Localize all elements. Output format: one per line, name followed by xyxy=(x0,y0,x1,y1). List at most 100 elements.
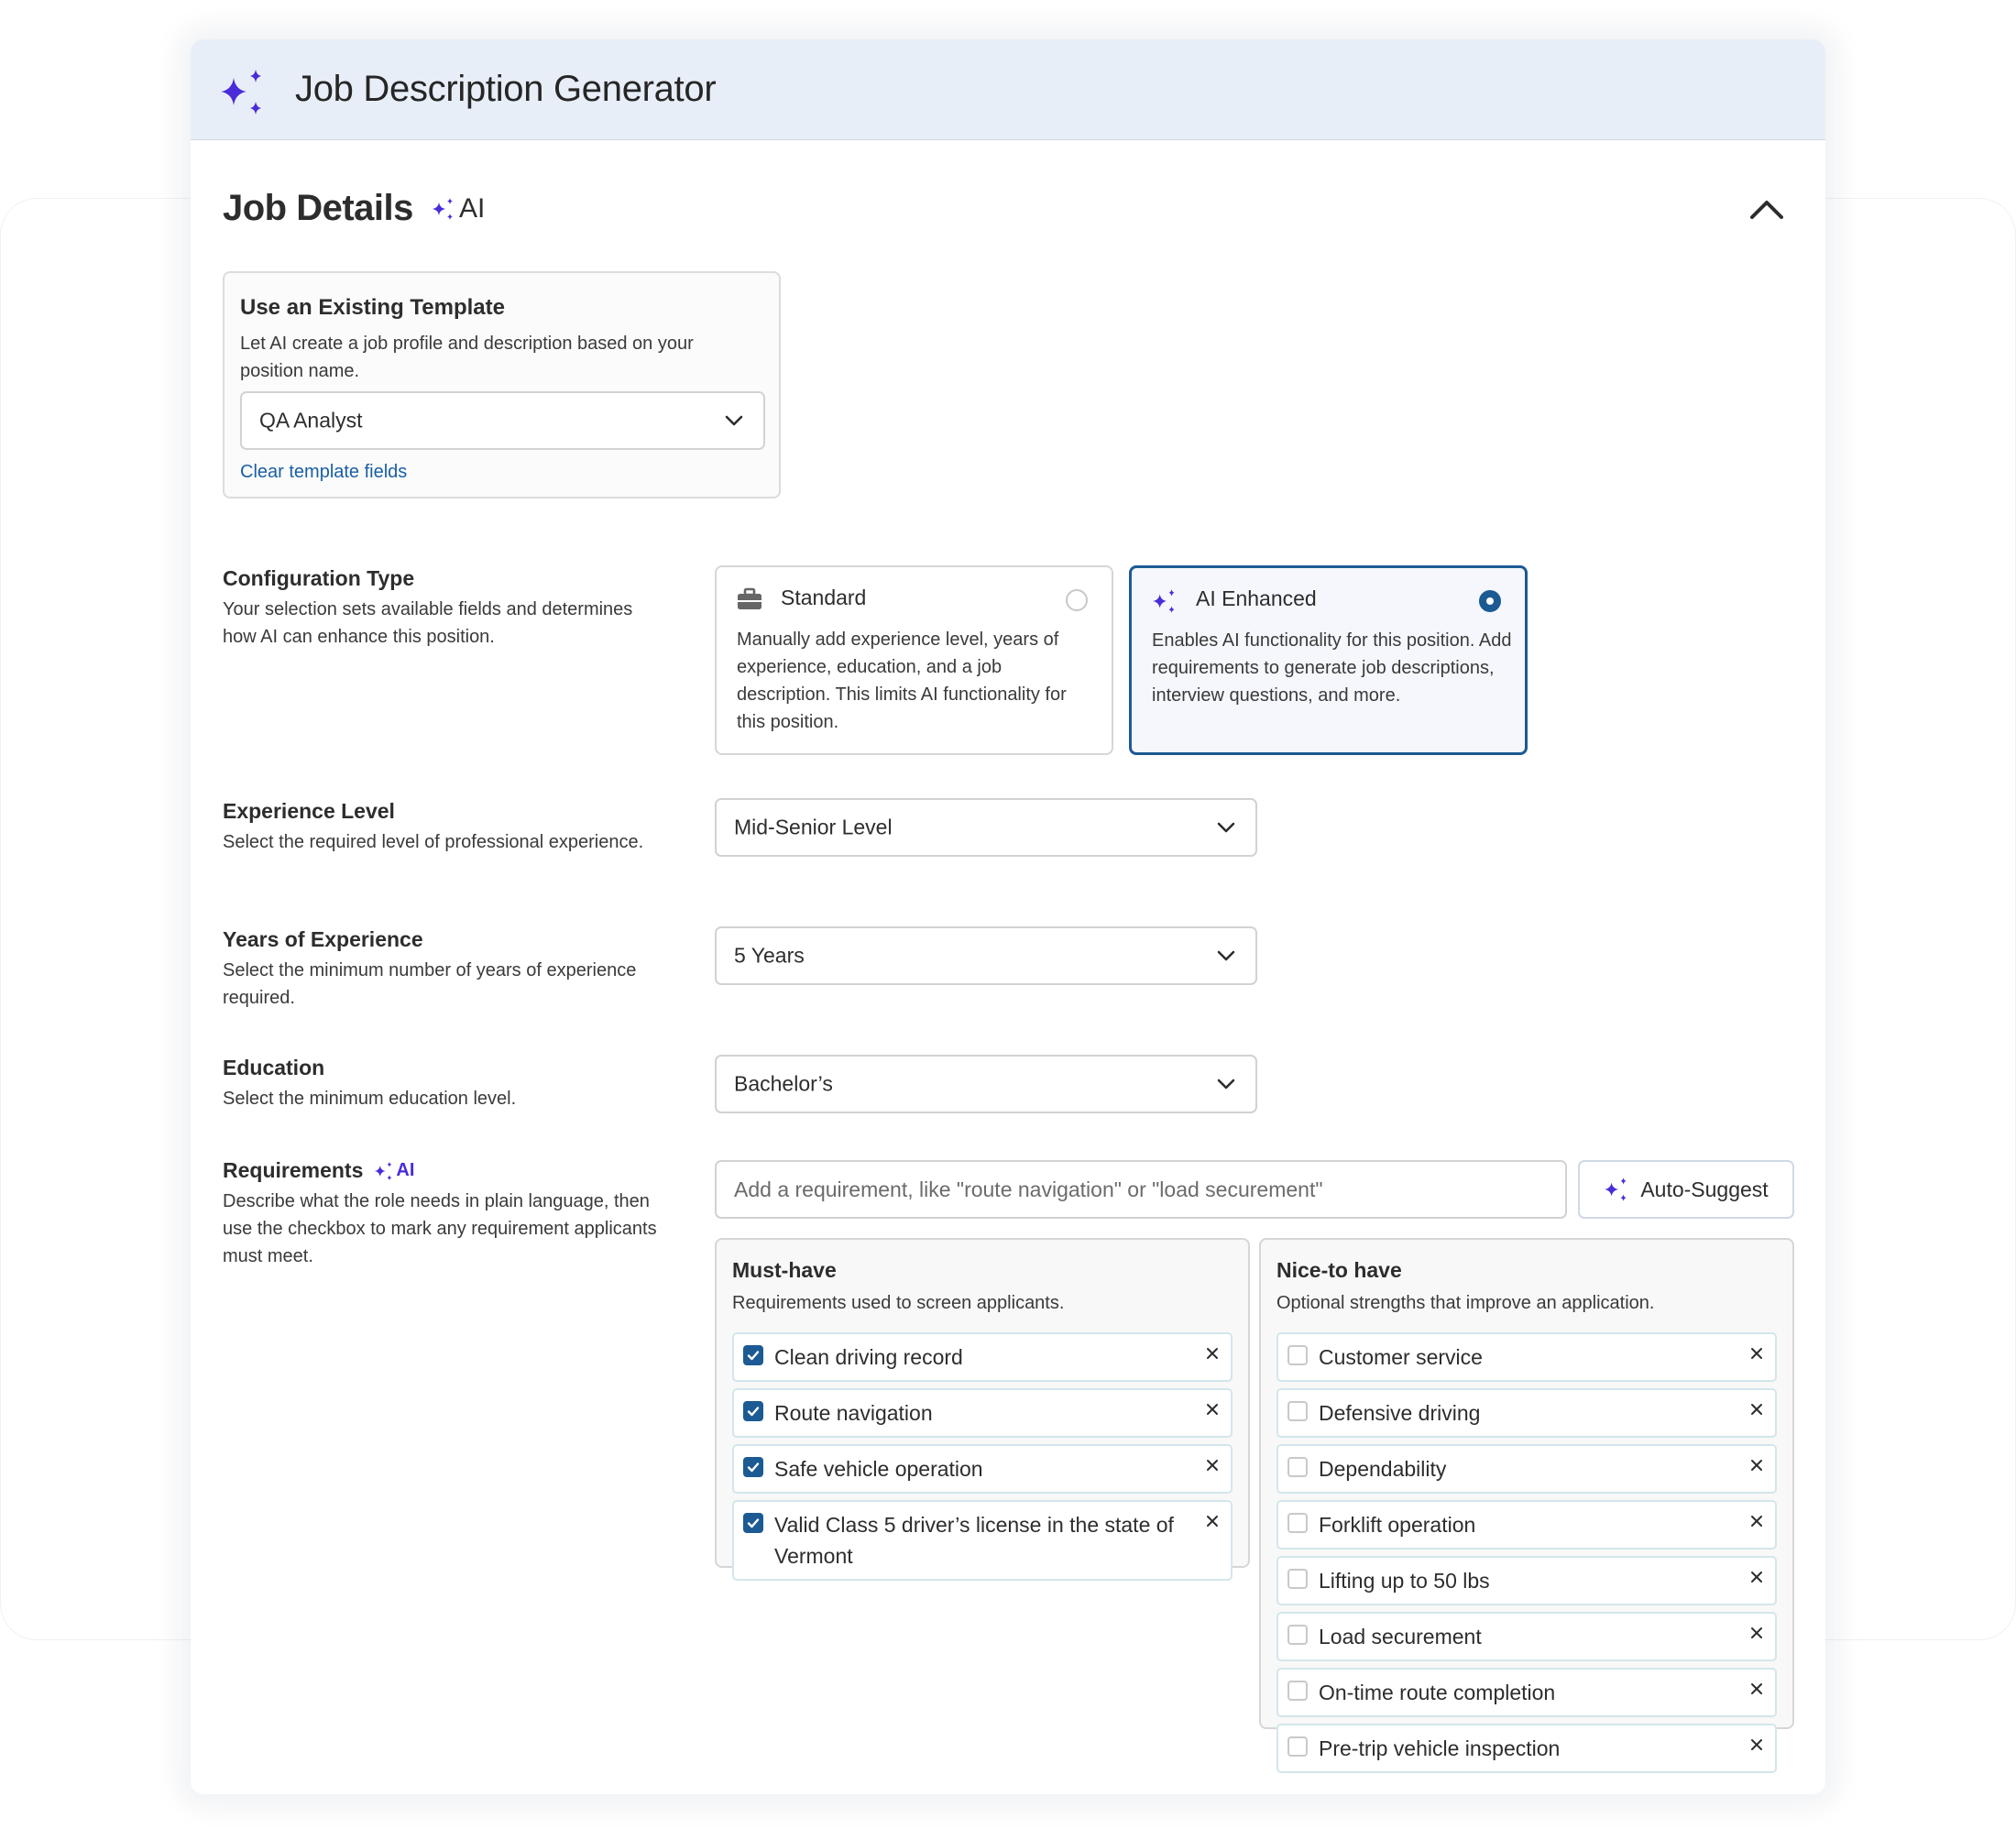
header-bar: Job Description Generator xyxy=(191,39,1825,140)
chevron-down-icon xyxy=(1217,950,1235,961)
must-have-list: Clean driving record Route navigation Safe… xyxy=(732,1332,1233,1587)
years-label-group: Years of Experience Select the minimum n… xyxy=(223,927,663,1012)
requirement-item: Dependability xyxy=(1276,1444,1777,1494)
remove-requirement-button[interactable] xyxy=(1749,1402,1764,1421)
requirement-checkbox[interactable] xyxy=(1287,1625,1308,1645)
sparkle-icon xyxy=(221,70,261,115)
requirement-checkbox[interactable] xyxy=(743,1513,763,1533)
auto-suggest-label: Auto-Suggest xyxy=(1640,1177,1769,1201)
requirement-checkbox[interactable] xyxy=(1287,1401,1308,1421)
requirement-item: Valid Class 5 driver’s license in the st… xyxy=(732,1500,1233,1581)
requirement-label: Route navigation xyxy=(774,1401,933,1425)
close-icon xyxy=(1207,1516,1218,1527)
requirement-item: Clean driving record xyxy=(732,1332,1233,1382)
nice-to-have-description: Optional strengths that improve an appli… xyxy=(1276,1293,1655,1313)
experience-label-group: Experience Level Select the required lev… xyxy=(223,799,663,856)
education-description: Select the minimum education level. xyxy=(223,1089,517,1109)
config-option-description: Enables AI functionality for this positi… xyxy=(1152,630,1512,706)
nice-to-have-heading: Nice-to have xyxy=(1276,1258,1402,1282)
requirements-ai-badge: AI xyxy=(374,1160,414,1181)
requirement-checkbox[interactable] xyxy=(1287,1457,1308,1477)
requirement-item: Load securement xyxy=(1276,1612,1777,1661)
config-option-ai-enhanced[interactable]: AI Enhanced Enables AI functionality for… xyxy=(1129,565,1528,755)
requirement-label: Valid Class 5 driver’s license in the st… xyxy=(774,1513,1174,1568)
config-description: Your selection sets available fields and… xyxy=(223,599,633,647)
remove-requirement-button[interactable] xyxy=(1205,1346,1220,1365)
experience-level-select[interactable]: Mid-Senior Level xyxy=(715,798,1257,857)
requirement-checkbox[interactable] xyxy=(1287,1345,1308,1365)
requirement-label: Load securement xyxy=(1319,1625,1482,1648)
requirement-input[interactable] xyxy=(715,1160,1567,1219)
requirements-description: Describe what the role needs in plain la… xyxy=(223,1191,657,1266)
remove-requirement-button[interactable] xyxy=(1749,1626,1764,1645)
close-icon xyxy=(1751,1460,1762,1471)
requirement-checkbox[interactable] xyxy=(1287,1569,1308,1589)
config-option-description: Manually add experience level, years of … xyxy=(737,630,1067,732)
section-title: Job Details xyxy=(223,188,413,228)
requirement-label: Clean driving record xyxy=(774,1345,963,1369)
education-select[interactable]: Bachelor’s xyxy=(715,1055,1257,1113)
requirements-label-group: Requirements AI Describe what the role n… xyxy=(223,1158,681,1270)
requirements-ai-label: AI xyxy=(396,1160,415,1180)
requirement-item: Defensive driving xyxy=(1276,1388,1777,1438)
close-icon xyxy=(1751,1739,1762,1750)
collapse-button[interactable] xyxy=(1748,195,1785,223)
close-icon xyxy=(1207,1404,1218,1415)
config-label-group: Configuration Type Your selection sets a… xyxy=(223,566,663,651)
years-select[interactable]: 5 Years xyxy=(715,926,1257,985)
requirement-checkbox[interactable] xyxy=(1287,1681,1308,1701)
auto-suggest-button[interactable]: Auto-Suggest xyxy=(1578,1160,1794,1219)
app-title: Job Description Generator xyxy=(295,69,717,109)
template-card: Use an Existing Template Let AI create a… xyxy=(223,271,781,498)
job-description-panel: Job Description Generator Job Details AI… xyxy=(191,39,1825,1794)
remove-requirement-button[interactable] xyxy=(1749,1514,1764,1533)
chevron-down-icon xyxy=(1217,1079,1235,1090)
remove-requirement-button[interactable] xyxy=(1205,1514,1220,1533)
remove-requirement-button[interactable] xyxy=(1205,1402,1220,1421)
template-select-value: QA Analyst xyxy=(259,408,363,433)
requirement-item: On-time route completion xyxy=(1276,1668,1777,1717)
remove-requirement-button[interactable] xyxy=(1749,1570,1764,1589)
requirement-item: Route navigation xyxy=(732,1388,1233,1438)
close-icon xyxy=(1207,1348,1218,1359)
close-icon xyxy=(1207,1460,1218,1471)
close-icon xyxy=(1751,1572,1762,1583)
clear-template-link[interactable]: Clear template fields xyxy=(240,462,407,483)
sparkle-icon xyxy=(1153,589,1175,613)
education-value: Bachelor’s xyxy=(734,1071,833,1096)
requirements-label: Requirements xyxy=(223,1158,364,1182)
must-have-box: Must-have Requirements used to screen ap… xyxy=(715,1238,1250,1581)
remove-requirement-button[interactable] xyxy=(1749,1737,1764,1757)
config-radio-standard[interactable] xyxy=(1066,589,1088,611)
nice-to-have-list: Customer service Defensive driving Dependa… xyxy=(1276,1332,1777,1780)
config-option-standard[interactable]: Standard Manually add experience level, … xyxy=(715,565,1113,755)
requirement-label: Lifting up to 50 lbs xyxy=(1319,1569,1490,1593)
config-radio-ai-enhanced[interactable] xyxy=(1479,590,1501,612)
remove-requirement-button[interactable] xyxy=(1205,1458,1220,1477)
experience-label: Experience Level xyxy=(223,799,395,823)
template-select[interactable]: QA Analyst xyxy=(240,391,765,450)
config-label: Configuration Type xyxy=(223,566,415,590)
remove-requirement-button[interactable] xyxy=(1749,1346,1764,1365)
requirement-label: Safe vehicle operation xyxy=(774,1457,983,1481)
close-icon xyxy=(1751,1348,1762,1359)
requirement-label: On-time route completion xyxy=(1319,1681,1556,1704)
ai-label: AI xyxy=(459,193,486,224)
requirement-checkbox[interactable] xyxy=(743,1345,763,1365)
checkmark-icon xyxy=(747,1518,760,1528)
requirement-checkbox[interactable] xyxy=(1287,1513,1308,1533)
requirement-checkbox[interactable] xyxy=(743,1457,763,1477)
requirement-label: Defensive driving xyxy=(1319,1401,1481,1425)
education-label-group: Education Select the minimum education l… xyxy=(223,1056,663,1112)
years-description: Select the minimum number of years of ex… xyxy=(223,960,637,1008)
remove-requirement-button[interactable] xyxy=(1749,1681,1764,1701)
template-heading: Use an Existing Template xyxy=(240,295,505,320)
requirement-checkbox[interactable] xyxy=(1287,1736,1308,1757)
requirement-item: Forklift operation xyxy=(1276,1500,1777,1550)
requirement-checkbox[interactable] xyxy=(743,1401,763,1421)
sparkle-icon xyxy=(433,198,453,220)
years-label: Years of Experience xyxy=(223,927,423,951)
close-icon xyxy=(1751,1683,1762,1694)
remove-requirement-button[interactable] xyxy=(1749,1458,1764,1477)
checkmark-icon xyxy=(747,1407,760,1417)
